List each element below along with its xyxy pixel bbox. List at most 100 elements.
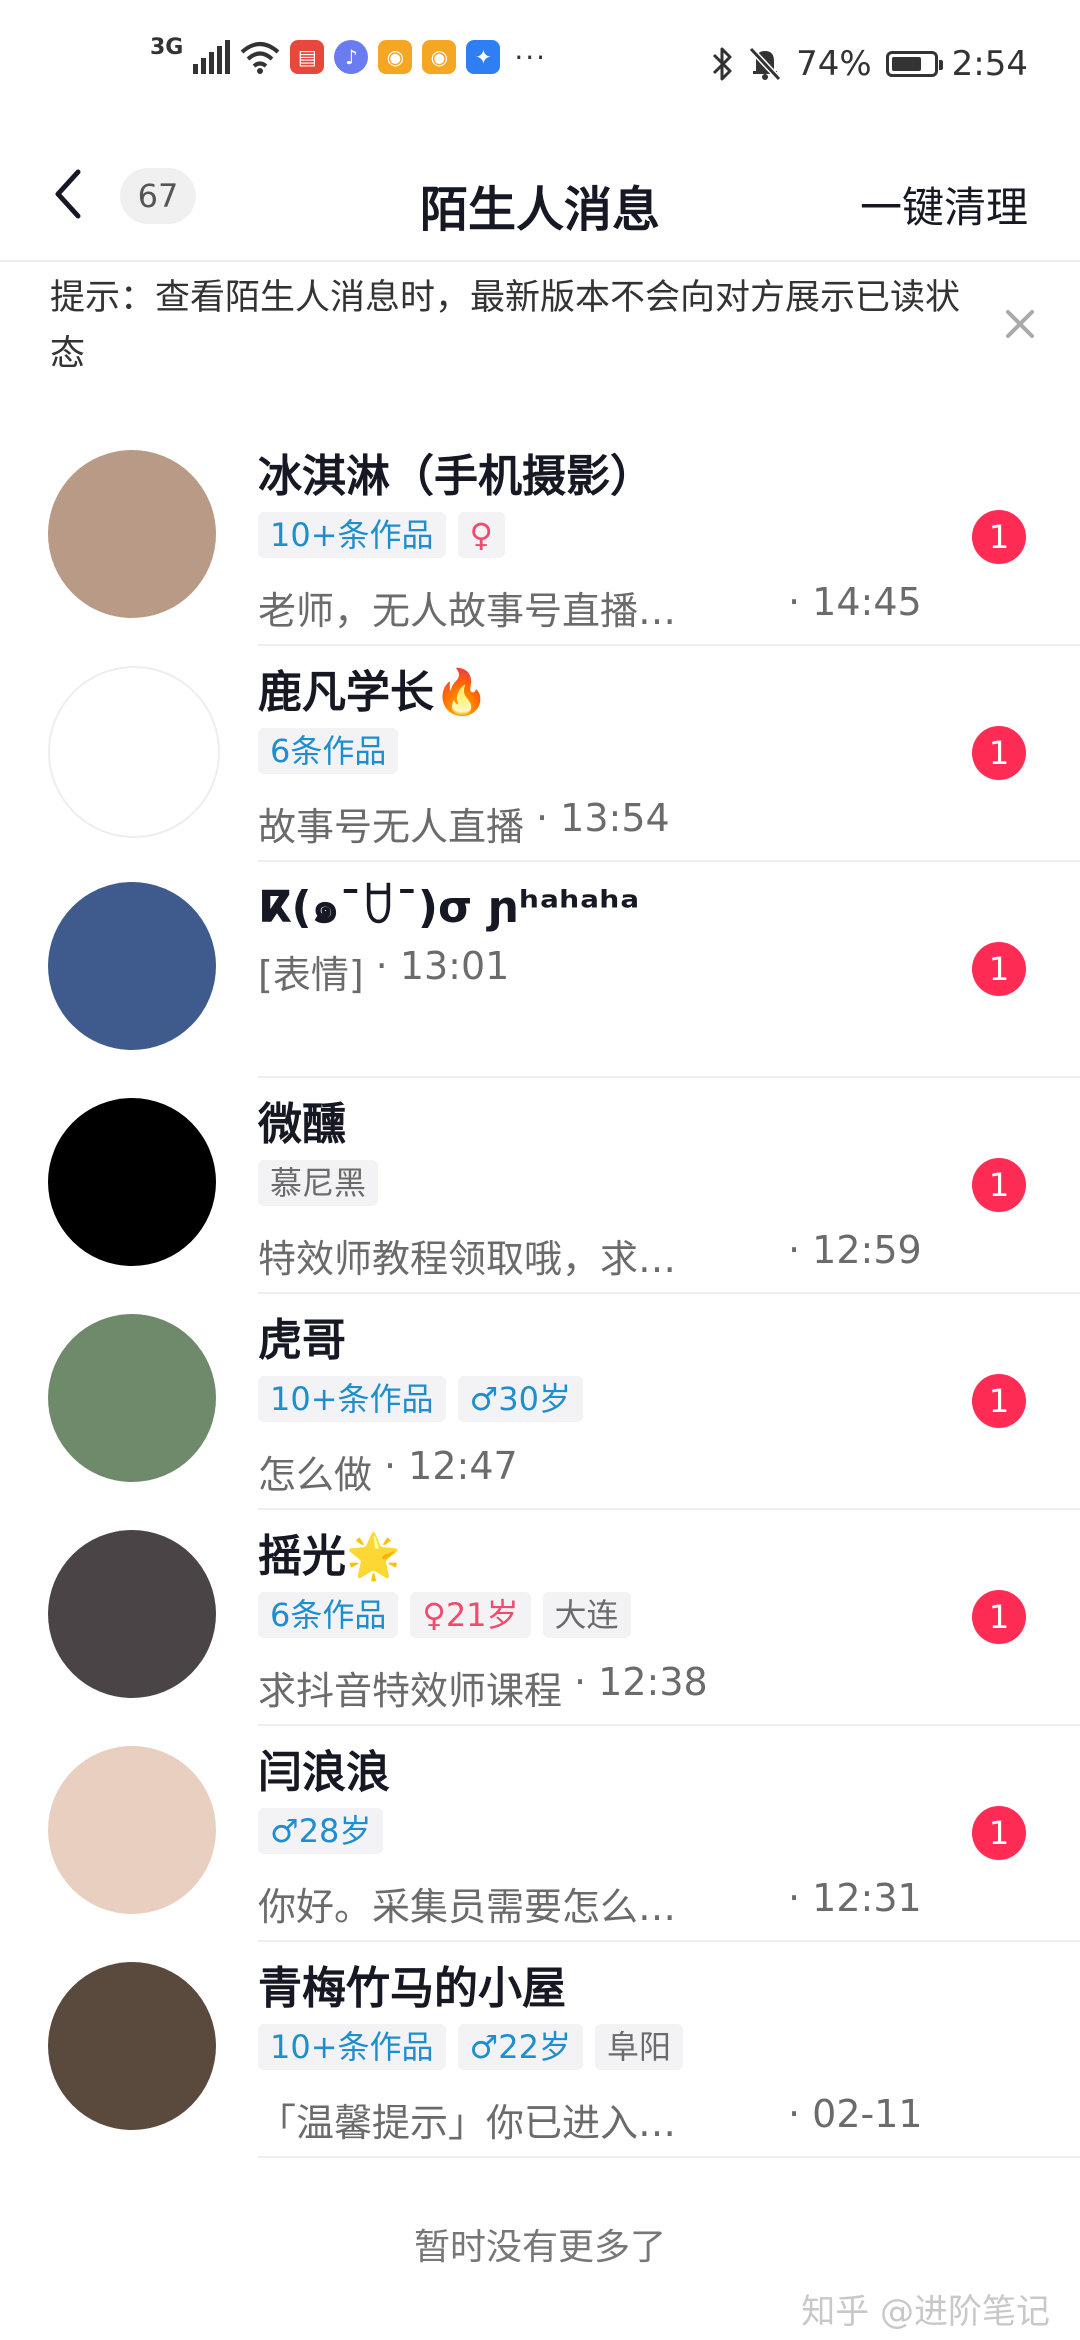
message-preview: 你好。采集员需要怎么… bbox=[258, 1885, 677, 1929]
location-tag: 阜阳 bbox=[594, 2024, 683, 2070]
message-row[interactable]: 冰淇淋（手机摄影） 10+条作品 ♀ 老师，无人故事号直播… · 14:45 1 bbox=[0, 430, 1080, 646]
message-time: · 02-11 bbox=[788, 2092, 923, 2136]
music-icon: ♪ bbox=[334, 40, 369, 74]
sender-tags: 10+条作品 ♂30岁 bbox=[258, 1376, 583, 1422]
message-row[interactable]: 闫浪浪 ♂28岁你好。采集员需要怎么… · 12:31 1 bbox=[0, 1726, 1080, 1942]
read-status-tip: 提示：查看陌生人消息时，最新版本不会向对方展示已读状态 bbox=[50, 278, 961, 374]
sender-tags: 10+条作品 ♂22岁 阜阳 bbox=[258, 2024, 683, 2070]
gender-age-tag: ♂22岁 bbox=[457, 2024, 583, 2070]
avatar[interactable] bbox=[48, 1962, 216, 2130]
avatar[interactable] bbox=[48, 1098, 216, 1266]
avatar[interactable] bbox=[48, 1314, 216, 1482]
message-time: · 13:01 bbox=[375, 944, 510, 988]
message-time: · 13:54 bbox=[536, 796, 670, 840]
message-row[interactable]: 青梅竹马的小屋 10+条作品 ♂22岁 阜阳 「温馨提示」你已进入… · 02-11 bbox=[0, 1942, 1080, 2158]
avatar[interactable] bbox=[48, 666, 220, 838]
unread-badge: 1 bbox=[972, 1158, 1026, 1212]
nav-bar: 67 陌生人消息 一键清理 bbox=[0, 130, 1080, 262]
message-content: 鹿凡学长🔥 6条作品故事号无人直播 · 13:54 1 bbox=[258, 646, 1080, 862]
bulb-icon: ✦ bbox=[466, 40, 501, 74]
sender-name: 冰淇淋（手机摄影） bbox=[258, 451, 654, 502]
message-row[interactable]: 虎哥 10+条作品 ♂30岁 怎么做 · 12:47 1 bbox=[0, 1294, 1080, 1510]
message-content: 冰淇淋（手机摄影） 10+条作品 ♀ 老师，无人故事号直播… · 14:45 1 bbox=[258, 430, 1080, 646]
battery-fill bbox=[891, 57, 922, 71]
message-content: 微醺慕尼黑特效师教程领取哦，求… · 12:59 1 bbox=[258, 1078, 1080, 1294]
message-preview: 求抖音特效师课程 bbox=[258, 1669, 563, 1713]
sender-tags: 6条作品 bbox=[258, 728, 399, 774]
clear-all-button[interactable]: 一键清理 bbox=[860, 174, 1028, 235]
bluetooth-icon bbox=[713, 47, 732, 81]
unread-badge: 1 bbox=[972, 1806, 1026, 1860]
status-bar: 3G ▤ ♪ ◉ ◉ ✦ ··· 74% 2:54 bbox=[0, 0, 1080, 130]
battery-percent: 74% bbox=[796, 44, 872, 84]
sender-name: 微醺 bbox=[258, 1099, 346, 1150]
avatar[interactable] bbox=[48, 450, 216, 618]
message-preview: 老师，无人故事号直播… bbox=[258, 589, 677, 633]
works-count-tag: 6条作品 bbox=[258, 728, 399, 774]
works-count-tag: 10+条作品 bbox=[258, 2024, 446, 2070]
more-notifications-icon: ··· bbox=[514, 40, 548, 74]
sender-tags: 6条作品 ♀21岁 大连 bbox=[258, 1592, 631, 1638]
location-tag: 大连 bbox=[542, 1592, 631, 1638]
message-content: 闫浪浪 ♂28岁你好。采集员需要怎么… · 12:31 1 bbox=[258, 1726, 1080, 1942]
no-more-text: 暂时没有更多了 bbox=[413, 2227, 666, 2268]
message-row[interactable]: 摇光🌟 6条作品 ♀21岁 大连 求抖音特效师课程 · 12:38 1 bbox=[0, 1510, 1080, 1726]
message-content: 摇光🌟 6条作品 ♀21岁 大连 求抖音特效师课程 · 12:38 1 bbox=[258, 1510, 1080, 1726]
close-icon[interactable] bbox=[1000, 304, 1040, 344]
works-count-tag: 10+条作品 bbox=[258, 512, 446, 558]
works-count-tag: 6条作品 bbox=[258, 1592, 399, 1638]
message-row[interactable]: ⴽ(๑¯ꇴ¯)σ ɲʰᵃʰᵃʰᵃ [表情] · 13:01 1 bbox=[0, 862, 1080, 1078]
unread-badge: 1 bbox=[972, 1374, 1026, 1428]
mute-bell-icon bbox=[748, 46, 782, 82]
message-preview: [表情] bbox=[258, 953, 364, 997]
sender-name: ⴽ(๑¯ꇴ¯)σ ɲʰᵃʰᵃʰᵃ bbox=[258, 882, 640, 933]
avatar[interactable] bbox=[48, 1746, 216, 1914]
works-count-tag: 10+条作品 bbox=[258, 1376, 446, 1422]
weibo-icon: ◉ bbox=[422, 40, 457, 74]
sender-tags: 10+条作品 ♀ bbox=[258, 512, 505, 558]
location-tag: 慕尼黑 bbox=[258, 1160, 379, 1206]
message-content: 青梅竹马的小屋 10+条作品 ♂22岁 阜阳 「温馨提示」你已进入… · 02-11 bbox=[258, 1942, 1080, 2158]
status-bar-right: 74% 2:54 bbox=[710, 44, 1028, 84]
message-time: · 12:38 bbox=[574, 1660, 708, 1704]
signal-icon bbox=[193, 40, 231, 74]
message-row[interactable]: 微醺慕尼黑特效师教程领取哦，求… · 12:59 1 bbox=[0, 1078, 1080, 1294]
message-content: ⴽ(๑¯ꇴ¯)σ ɲʰᵃʰᵃʰᵃ [表情] · 13:01 1 bbox=[258, 862, 1080, 1078]
gender-age-tag: ♂28岁 bbox=[258, 1808, 384, 1854]
sender-tags: 慕尼黑 bbox=[258, 1160, 379, 1206]
book-icon: ▤ bbox=[290, 40, 325, 74]
message-preview: 「温馨提示」你已进入… bbox=[258, 2101, 677, 2145]
unread-badge: 1 bbox=[972, 1590, 1026, 1644]
battery-icon bbox=[885, 51, 943, 77]
gender-age-tag: ♀21岁 bbox=[410, 1592, 531, 1638]
sender-name: 鹿凡学长🔥 bbox=[258, 667, 489, 718]
avatar[interactable] bbox=[48, 882, 216, 1050]
unread-badge: 1 bbox=[972, 726, 1026, 780]
message-preview: 故事号无人直播 bbox=[258, 805, 525, 849]
message-preview: 特效师教程领取哦，求… bbox=[258, 1237, 677, 1281]
sender-name: 青梅竹马的小屋 bbox=[258, 1963, 566, 2014]
network-type: 3G bbox=[150, 35, 184, 60]
sender-name: 闫浪浪 bbox=[258, 1747, 390, 1798]
message-time: · 12:47 bbox=[384, 1444, 518, 1488]
gender-age-tag: ♂30岁 bbox=[457, 1376, 583, 1422]
wifi-icon bbox=[241, 42, 280, 74]
weibo-icon: ◉ bbox=[378, 40, 413, 74]
gender-age-tag: ♀ bbox=[457, 512, 505, 558]
watermark: 知乎 @进阶笔记 bbox=[801, 2292, 1050, 2332]
avatar[interactable] bbox=[48, 1530, 216, 1698]
clock: 2:54 bbox=[951, 44, 1028, 84]
message-time: · 14:45 bbox=[788, 580, 922, 624]
message-list: 冰淇淋（手机摄影） 10+条作品 ♀ 老师，无人故事号直播… · 14:45 1 鹿凡学长🔥… bbox=[0, 430, 1080, 2158]
message-time: · 12:59 bbox=[788, 1228, 922, 1272]
message-preview: 怎么做 bbox=[258, 1453, 373, 1497]
sender-name: 虎哥 bbox=[258, 1315, 346, 1366]
sender-tags: ♂28岁 bbox=[258, 1808, 384, 1854]
unread-badge: 1 bbox=[972, 942, 1026, 996]
message-content: 虎哥 10+条作品 ♂30岁 怎么做 · 12:47 1 bbox=[258, 1294, 1080, 1510]
status-bar-left: 3G ▤ ♪ ◉ ◉ ✦ ··· bbox=[150, 35, 548, 74]
unread-badge: 1 bbox=[972, 510, 1026, 564]
sender-name: 摇光🌟 bbox=[258, 1531, 401, 1582]
message-time: · 12:31 bbox=[788, 1876, 922, 1920]
message-row[interactable]: 鹿凡学长🔥 6条作品故事号无人直播 · 13:54 1 bbox=[0, 646, 1080, 862]
